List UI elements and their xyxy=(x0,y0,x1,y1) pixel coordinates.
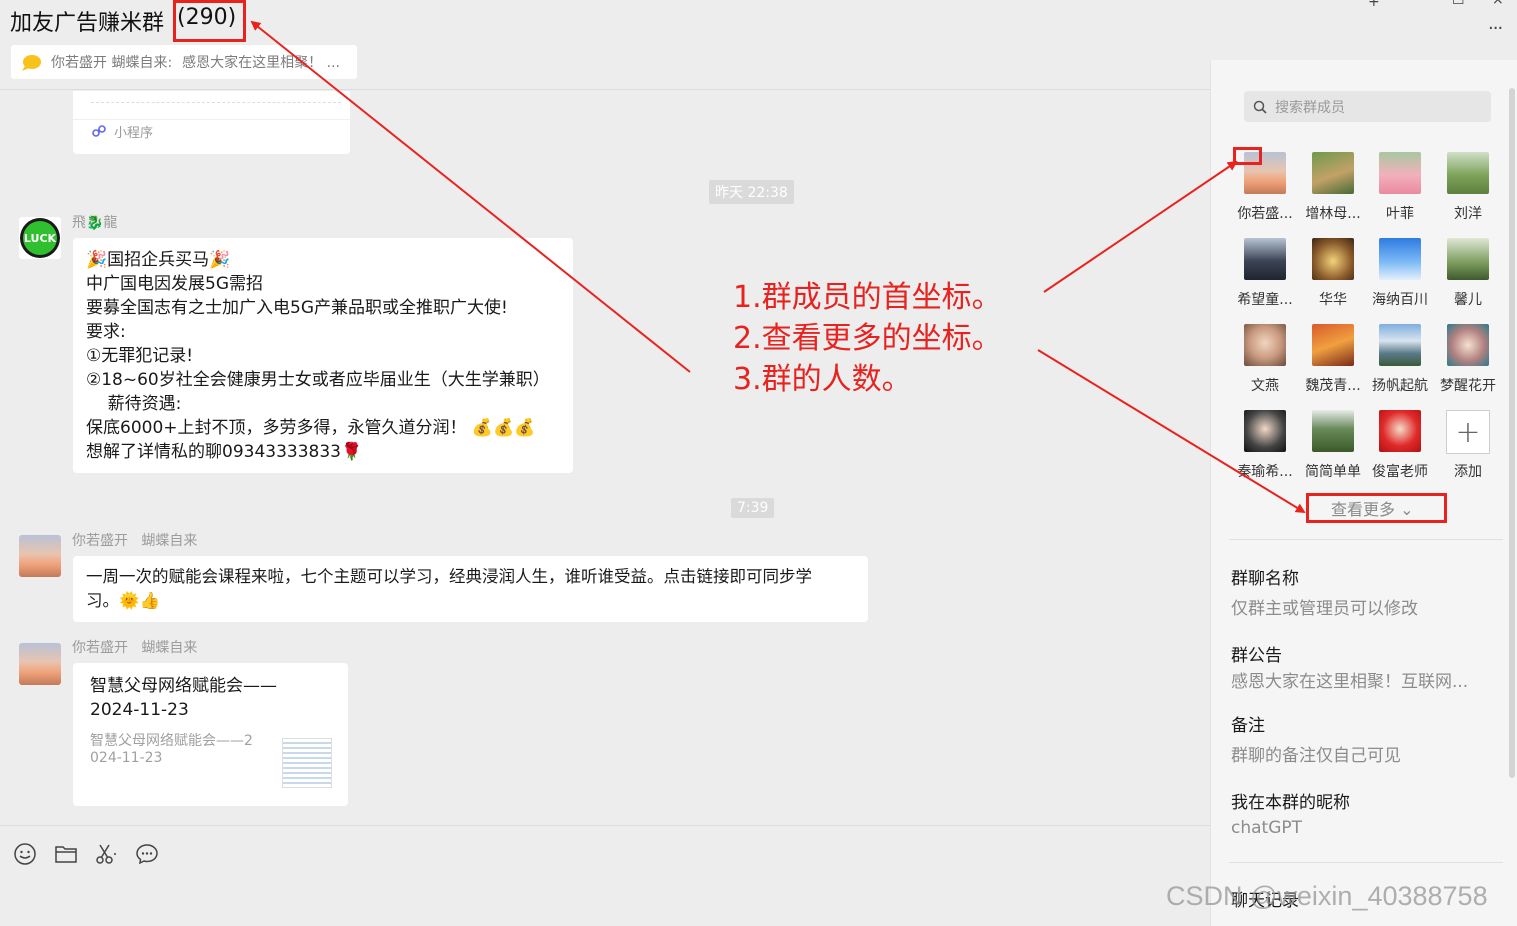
annotation-line: 1.群成员的首坐标。 xyxy=(733,280,1002,315)
annotation-line: 2.查看更多的坐标。 xyxy=(733,321,1002,356)
annotation-arrows xyxy=(250,20,1306,514)
annotation-text: 1.群成员的首坐标。 2.查看更多的坐标。 3.群的人数。 xyxy=(733,277,1002,400)
watermark: CSDN @weixin_40388758 xyxy=(1166,881,1488,911)
arrow-to-first-member xyxy=(1043,160,1238,293)
annotation-line: 3.群的人数。 xyxy=(733,362,912,397)
arrow-to-member-count xyxy=(250,20,691,373)
arrow-to-view-more xyxy=(1037,349,1306,514)
